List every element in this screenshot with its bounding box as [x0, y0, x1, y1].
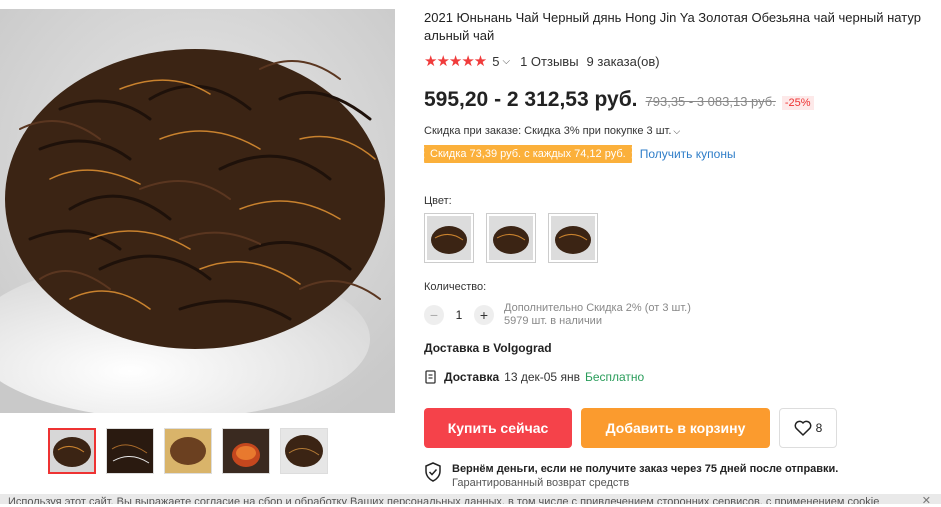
extra-discount: Дополнительно Скидка 2% (от 3 шт.) — [504, 302, 691, 314]
color-option-1[interactable] — [424, 213, 474, 263]
guarantee-subtitle: Гарантированный возврат средств — [452, 477, 630, 489]
quantity-decrease-button[interactable]: − — [424, 305, 444, 325]
heart-icon — [794, 420, 812, 436]
swatch-image — [551, 216, 595, 260]
stock-count: 5979 шт. в наличии — [504, 315, 602, 327]
bulk-discount[interactable]: Скидка при заказе: Скидка 3% при покупке… — [424, 125, 680, 137]
color-option-2[interactable] — [486, 213, 536, 263]
color-label: Цвет: — [424, 195, 452, 207]
quantity-info: Дополнительно Скидка 2% (от 3 шт.) 5979 … — [504, 302, 691, 328]
thumbnail-image — [281, 429, 327, 473]
rating-row: ★★★★★ 5 ⌵ 1 Отзывы 9 заказа(ов) — [424, 52, 660, 70]
product-main-image[interactable] — [0, 9, 395, 413]
get-coupons-link[interactable]: Получить купоны — [640, 147, 736, 161]
swatch-image — [489, 216, 533, 260]
thumbnail-1[interactable] — [48, 428, 96, 474]
guarantee-title: Вернём деньги, если не получите заказ че… — [452, 463, 839, 475]
delivery-location[interactable]: Доставка в Volgograd — [424, 341, 552, 355]
quantity-stepper: − 1 + Дополнительно Скидка 2% (от 3 шт.)… — [424, 302, 691, 328]
thumbnail-image — [165, 429, 211, 473]
buy-now-button[interactable]: Купить сейчас — [424, 408, 572, 448]
color-option-3[interactable] — [548, 213, 598, 263]
shield-check-icon — [425, 462, 441, 482]
thumbnail-2[interactable] — [106, 428, 154, 474]
quantity-label: Количество: — [424, 281, 487, 293]
swatch-image — [427, 216, 471, 260]
add-to-cart-button[interactable]: Добавить в корзину — [581, 408, 770, 448]
cookie-text: Используя этот сайт, Вы выражаете соглас… — [8, 496, 880, 504]
buyer-guarantee: Вернём деньги, если не получите заказ че… — [424, 462, 838, 490]
cookie-banner: Используя этот сайт, Вы выражаете соглас… — [0, 494, 941, 504]
chevron-down-icon[interactable]: ⌵ — [502, 56, 510, 67]
price-row: 595,20 - 2 312,53 руб. 793,35 - 3 083,13… — [424, 88, 814, 112]
thumbnail-3[interactable] — [164, 428, 212, 474]
bulk-discount-text: Скидка при заказе: Скидка 3% при покупке… — [424, 125, 672, 137]
current-price: 595,20 - 2 312,53 руб. — [424, 88, 638, 111]
quantity-input[interactable]: 1 — [444, 308, 474, 322]
coupon-row: Скидка 73,39 руб. с каждых 74,12 руб. По… — [422, 145, 736, 163]
close-icon[interactable]: ✕ — [922, 494, 931, 507]
thumbnail-image — [50, 430, 94, 472]
thumbnail-4[interactable] — [222, 428, 270, 474]
document-icon — [425, 370, 436, 384]
orders-count: 9 заказа(ов) — [586, 53, 660, 69]
tea-leaves-image — [0, 9, 395, 413]
quantity-increase-button[interactable]: + — [474, 305, 494, 325]
thumbnail-image — [223, 429, 269, 473]
rating-value: 5 — [492, 53, 500, 69]
shipping-label: Доставка — [444, 370, 500, 384]
discount-badge: -25% — [781, 96, 814, 110]
chevron-down-icon: ⌵ — [673, 126, 681, 136]
shipping-cost: Бесплатно — [584, 370, 645, 384]
color-swatches — [424, 213, 598, 263]
star-icon: ★★★★★ — [424, 53, 487, 70]
shipping-row: Доставка 13 дек-05 янв Бесплатно — [424, 370, 644, 384]
wishlist-button[interactable]: 8 — [779, 408, 837, 448]
reviews-link[interactable]: 1 Отзывы — [520, 54, 578, 69]
product-title: 2021 Юньнань Чай Черный дянь Hong Jin Ya… — [424, 10, 921, 43]
old-price: 793,35 - 3 083,13 руб. — [645, 94, 776, 109]
wishlist-count: 8 — [815, 421, 823, 435]
coupon-tag: Скидка 73,39 руб. с каждых 74,12 руб. — [422, 145, 634, 163]
thumbnail-list — [48, 428, 328, 474]
thumbnail-image — [107, 429, 153, 473]
thumbnail-5[interactable] — [280, 428, 328, 474]
shipping-dates: 13 дек-05 янв — [504, 370, 580, 384]
